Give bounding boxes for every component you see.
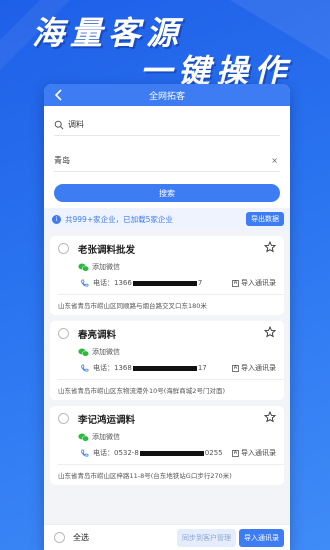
city-field[interactable]: 青岛 × <box>54 150 280 172</box>
phone-end: 0255 <box>204 449 223 457</box>
add-wechat-row[interactable]: 添加微信 <box>78 262 276 272</box>
nav-bar: 全网拓客 <box>44 84 290 106</box>
phone-start: 1368 <box>114 364 132 372</box>
phone-prefix: 电话： <box>93 364 114 372</box>
wechat-icon <box>78 433 89 442</box>
result-count-text: 共999+家企业，已加载5家企业 <box>65 214 173 224</box>
import-contact-label: 导入通讯录 <box>241 449 276 457</box>
wechat-icon <box>78 348 89 357</box>
select-all-radio[interactable] <box>54 532 65 543</box>
import-contact-button[interactable]: A 导入通讯录 <box>232 278 276 288</box>
page-title: 全网拓客 <box>148 91 185 102</box>
phone-redaction <box>139 450 204 456</box>
clear-icon[interactable]: × <box>271 156 278 165</box>
phone-icon <box>81 449 89 457</box>
divider <box>58 294 284 295</box>
company-address: 山东省青岛市崂山区梓路11-8号(台东地铁站G口步行270米) <box>58 472 232 480</box>
phone-start: 0532-8 <box>114 449 139 457</box>
phone-icon <box>81 364 89 372</box>
import-contact-button[interactable]: A 导入通讯录 <box>232 448 276 458</box>
phone-row: 电话： 0532-8 0255 A 导入通讯录 <box>78 448 276 458</box>
company-card[interactable]: 李记鸿运调料 添加微信 电话： 0532-8 0255 A 导入通讯录 山东省青… <box>50 406 284 485</box>
divider <box>58 464 284 465</box>
phone-prefix: 电话： <box>93 449 114 457</box>
add-wechat-label: 添加微信 <box>92 433 120 441</box>
sync-to-crm-button[interactable]: 同步到客户管理 <box>177 528 236 547</box>
star-icon[interactable] <box>264 411 276 423</box>
add-wechat-label: 添加微信 <box>92 263 120 271</box>
select-radio[interactable] <box>58 328 69 339</box>
search-icon <box>54 120 64 129</box>
select-all-label[interactable]: 全选 <box>73 532 89 543</box>
add-wechat-row[interactable]: 添加微信 <box>78 347 276 357</box>
result-info-bar: i 共999+家企业，已加载5家企业 导出数据 <box>44 208 290 230</box>
phone-redaction <box>132 280 197 286</box>
phone-row: 电话： 1366 7 A 导入通讯录 <box>78 278 276 288</box>
phone-start: 1366 <box>114 279 132 287</box>
phone-end: 17 <box>197 364 207 372</box>
select-radio[interactable] <box>58 413 69 424</box>
contact-book-icon: A <box>232 449 239 457</box>
company-name: 春亮调料 <box>78 330 117 341</box>
search-button[interactable]: 搜索 <box>54 184 280 202</box>
contact-book-icon: A <box>232 279 239 287</box>
keyword-field[interactable]: 调料 <box>54 114 280 136</box>
wechat-icon <box>78 263 89 272</box>
contact-book-icon: A <box>232 364 239 372</box>
phone-end: 7 <box>197 279 203 287</box>
back-arrow-icon[interactable] <box>52 87 66 103</box>
company-address: 山东省青岛市崂山区东物流港外10号(海鲜商城2号门对面) <box>58 387 225 395</box>
city-value: 青岛 <box>54 156 70 165</box>
import-contact-label: 导入通讯录 <box>241 279 276 287</box>
add-wechat-row[interactable]: 添加微信 <box>78 432 276 442</box>
company-card[interactable]: 春亮调料 添加微信 电话： 1368 17 A 导入通讯录 山东省青岛市崂山区东… <box>50 321 284 400</box>
company-name: 李记鸿运调料 <box>78 415 136 426</box>
add-wechat-label: 添加微信 <box>92 348 120 356</box>
select-radio[interactable] <box>58 243 69 254</box>
phone-row: 电话： 1368 17 A 导入通讯录 <box>78 363 276 373</box>
company-list: 老张调料批发 添加微信 电话： 1366 7 A 导入通讯录 山东省青岛市崂山区… <box>44 236 290 485</box>
app-screen: 全网拓客 调料 青岛 × 搜索 i 共999+家企业，已加载5家企业 导出数据 … <box>44 84 290 550</box>
search-panel: 调料 青岛 × 搜索 <box>44 106 290 208</box>
company-name: 老张调料批发 <box>78 245 136 256</box>
import-contact-label: 导入通讯录 <box>241 364 276 372</box>
star-icon[interactable] <box>264 326 276 338</box>
info-icon: i <box>52 214 61 224</box>
company-card[interactable]: 老张调料批发 添加微信 电话： 1366 7 A 导入通讯录 山东省青岛市崂山区… <box>50 236 284 315</box>
export-data-button[interactable]: 导出数据 <box>246 212 284 226</box>
hero-banner: 海量客源 一键操作 <box>0 0 330 90</box>
star-icon[interactable] <box>264 241 276 253</box>
phone-redaction <box>132 365 197 371</box>
import-contact-button[interactable]: A 导入通讯录 <box>232 363 276 373</box>
keyword-value: 调料 <box>68 120 84 129</box>
company-address: 山东省青岛市崂山区同顺路与烟台路交叉口东180米 <box>58 302 207 310</box>
phone-prefix: 电话： <box>93 279 114 287</box>
bulk-import-contacts-button[interactable]: 导入通讯录 <box>239 528 284 547</box>
bottom-action-bar: 全选 同步到客户管理 导入通讯录 <box>44 524 290 550</box>
phone-icon <box>81 279 89 287</box>
divider <box>58 379 284 380</box>
